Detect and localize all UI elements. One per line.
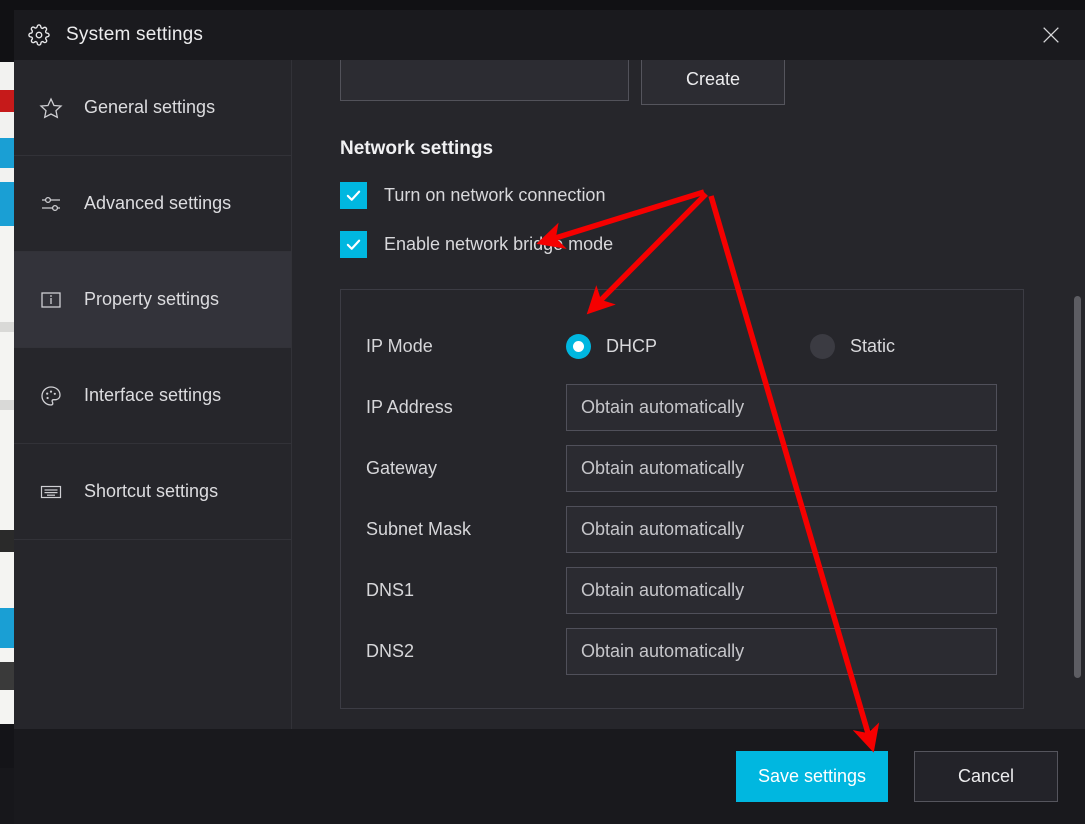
radio-unselected-icon	[810, 334, 836, 359]
radio-selected-icon	[566, 334, 591, 359]
dns2-row: DNS2 Obtain automatically	[366, 621, 997, 682]
sidebar-item-advanced-settings[interactable]: Advanced settings	[14, 156, 291, 252]
bg-strip	[0, 400, 14, 410]
sidebar-item-general-settings[interactable]: General settings	[14, 60, 291, 156]
ip-mode-row: IP Mode DHCP Static	[366, 316, 997, 377]
bg-strip	[0, 552, 14, 608]
subnet-mask-input[interactable]: Obtain automatically	[566, 506, 997, 553]
radio-dhcp[interactable]: DHCP	[566, 334, 657, 359]
content-inner: Create Network settings Turn on network …	[292, 60, 1085, 723]
checkbox-label: Enable network bridge mode	[384, 234, 614, 254]
bg-strip	[0, 168, 14, 182]
bg-strip	[0, 138, 14, 168]
keyboard-icon	[36, 477, 66, 507]
star-icon	[36, 93, 66, 123]
cancel-button[interactable]: Cancel	[914, 751, 1058, 802]
gateway-row: Gateway Obtain automatically	[366, 438, 997, 499]
dialog-footer: Save settings Cancel	[14, 729, 1085, 824]
bg-strip	[0, 662, 14, 690]
dns1-label: DNS1	[366, 580, 415, 600]
bg-strip	[0, 332, 14, 400]
sidebar-filler	[14, 540, 291, 729]
dns2-label: DNS2	[366, 641, 415, 661]
bg-strip	[0, 410, 14, 530]
info-box-icon	[36, 285, 66, 315]
sidebar-item-interface-settings[interactable]: Interface settings	[14, 348, 291, 444]
bg-strip	[0, 322, 14, 332]
ip-settings-panel: IP Mode DHCP Static IP Address Obtain au…	[340, 289, 1024, 709]
bg-strip	[0, 62, 14, 90]
subnet-mask-label: Subnet Mask	[366, 519, 472, 539]
checkbox-label: Turn on network connection	[384, 185, 606, 205]
page-title: System settings	[66, 24, 204, 45]
create-row: Create	[340, 60, 1045, 105]
bg-strip	[0, 608, 14, 648]
bg-strip	[0, 530, 14, 552]
subnet-mask-row: Subnet Mask Obtain automatically	[366, 499, 997, 560]
checkbox-checked-icon	[340, 231, 367, 258]
save-settings-button[interactable]: Save settings	[736, 751, 888, 802]
sidebar-item-label: Interface settings	[84, 385, 222, 405]
ip-address-input[interactable]: Obtain automatically	[566, 384, 997, 431]
bg-strip	[0, 90, 14, 112]
checkbox-turn-on-network-connection[interactable]: Turn on network connection	[340, 182, 1045, 209]
bg-strip	[14, 0, 1085, 10]
settings-content: Create Network settings Turn on network …	[292, 60, 1085, 729]
settings-sidebar: General settings Advanced settings Prope…	[14, 60, 292, 729]
bg-strip	[0, 648, 14, 662]
sidebar-item-label: Property settings	[84, 289, 220, 309]
bg-strip	[0, 690, 14, 724]
screen: System settings General settings Advance…	[0, 0, 1085, 824]
system-settings-dialog: System settings General settings Advance…	[14, 10, 1085, 824]
sidebar-item-label: Advanced settings	[84, 193, 232, 213]
bg-strip	[0, 768, 14, 824]
dns2-input[interactable]: Obtain automatically	[566, 628, 997, 675]
ip-address-label: IP Address	[366, 397, 453, 417]
dns1-row: DNS1 Obtain automatically	[366, 560, 997, 621]
sidebar-item-shortcut-settings[interactable]: Shortcut settings	[14, 444, 291, 540]
dialog-body: General settings Advanced settings Prope…	[14, 60, 1085, 729]
network-settings-heading: Network settings	[340, 138, 494, 159]
sliders-icon	[36, 189, 66, 219]
dns1-input[interactable]: Obtain automatically	[566, 567, 997, 614]
radio-static[interactable]: Static	[810, 334, 895, 359]
name-input[interactable]	[340, 60, 629, 101]
ip-mode-label: IP Mode	[366, 336, 433, 356]
bg-strip	[0, 182, 14, 226]
create-button[interactable]: Create	[641, 60, 785, 105]
gateway-input[interactable]: Obtain automatically	[566, 445, 997, 492]
ip-mode-radio-group: DHCP Static	[566, 334, 895, 359]
close-icon[interactable]	[1029, 15, 1073, 55]
sidebar-item-property-settings[interactable]: Property settings	[14, 252, 291, 348]
checkbox-checked-icon	[340, 182, 367, 209]
bg-strip	[0, 226, 14, 322]
sidebar-item-label: Shortcut settings	[84, 481, 219, 501]
bg-strip	[0, 112, 14, 138]
scrollbar-thumb[interactable]	[1074, 296, 1081, 678]
gateway-label: Gateway	[366, 458, 438, 478]
radio-label: Static	[850, 336, 896, 356]
checkbox-enable-network-bridge-mode[interactable]: Enable network bridge mode	[340, 231, 1045, 258]
gear-icon	[26, 22, 52, 48]
sidebar-item-label: General settings	[84, 97, 216, 117]
content-scrollbar[interactable]	[1071, 64, 1081, 725]
radio-label: DHCP	[606, 336, 658, 356]
dialog-titlebar: System settings	[14, 10, 1085, 60]
ip-address-row: IP Address Obtain automatically	[366, 377, 997, 438]
bg-strip	[0, 724, 14, 768]
palette-icon	[36, 381, 66, 411]
bg-strip	[0, 0, 14, 62]
